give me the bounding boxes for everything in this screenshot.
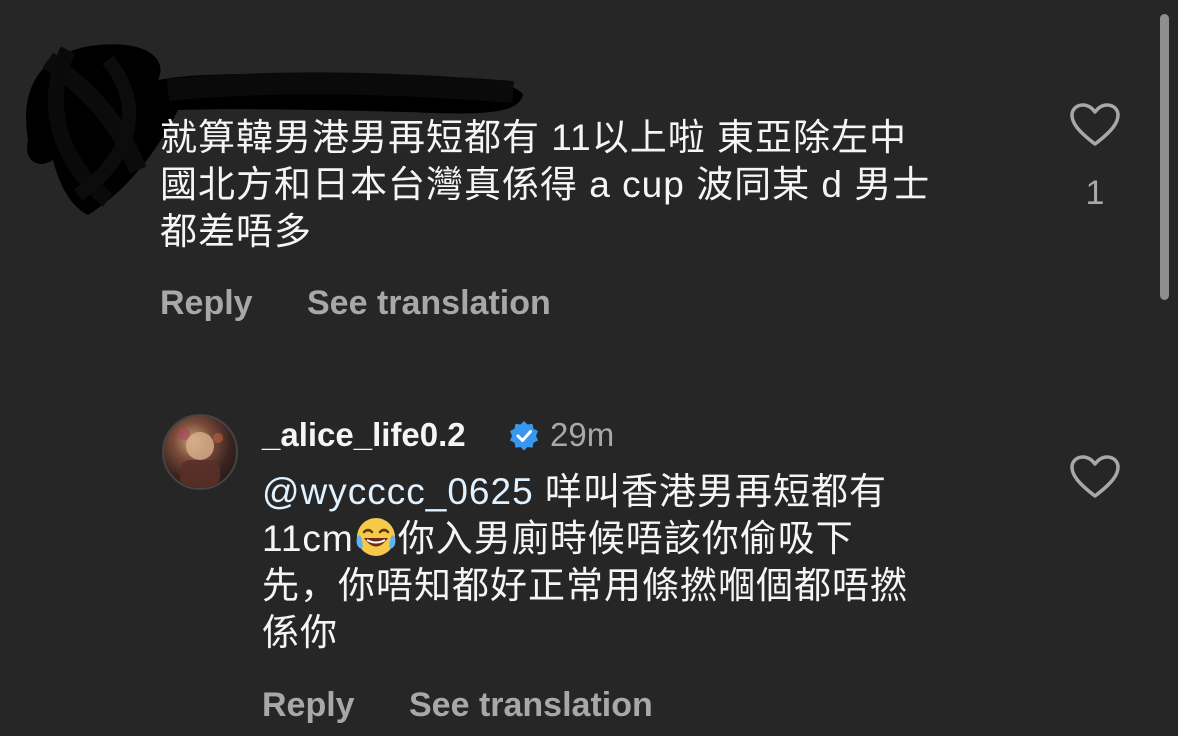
see-translation-button[interactable]: See translation: [409, 686, 653, 725]
heart-icon[interactable]: [1070, 103, 1120, 147]
timestamp: 29m: [550, 416, 615, 453]
reply-button[interactable]: Reply: [262, 686, 355, 725]
like-count[interactable]: 1: [1080, 174, 1110, 213]
scrollbar[interactable]: [1160, 14, 1169, 300]
username[interactable]: _alice_life0.2: [262, 416, 466, 454]
verified-badge-icon: [510, 421, 538, 451]
see-translation-button[interactable]: See translation: [307, 284, 551, 323]
avatar[interactable]: [162, 414, 238, 490]
avatar-image: [178, 428, 223, 488]
reply-button[interactable]: Reply: [160, 284, 253, 323]
comment-text: 就算韓男港男再短都有 11以上啦 東亞除左中 國北方和日本台灣真係得 a cup…: [160, 117, 931, 252]
heart-icon[interactable]: [1070, 455, 1120, 499]
laughing-tears-emoji: [356, 518, 396, 556]
reply-comment-text: @wycccc_0625 咩叫香港男再短都有 11cm 你入男廁時候唔該你偷吸下…: [262, 468, 1022, 656]
mention-link[interactable]: @wycccc_0625: [262, 471, 534, 512]
